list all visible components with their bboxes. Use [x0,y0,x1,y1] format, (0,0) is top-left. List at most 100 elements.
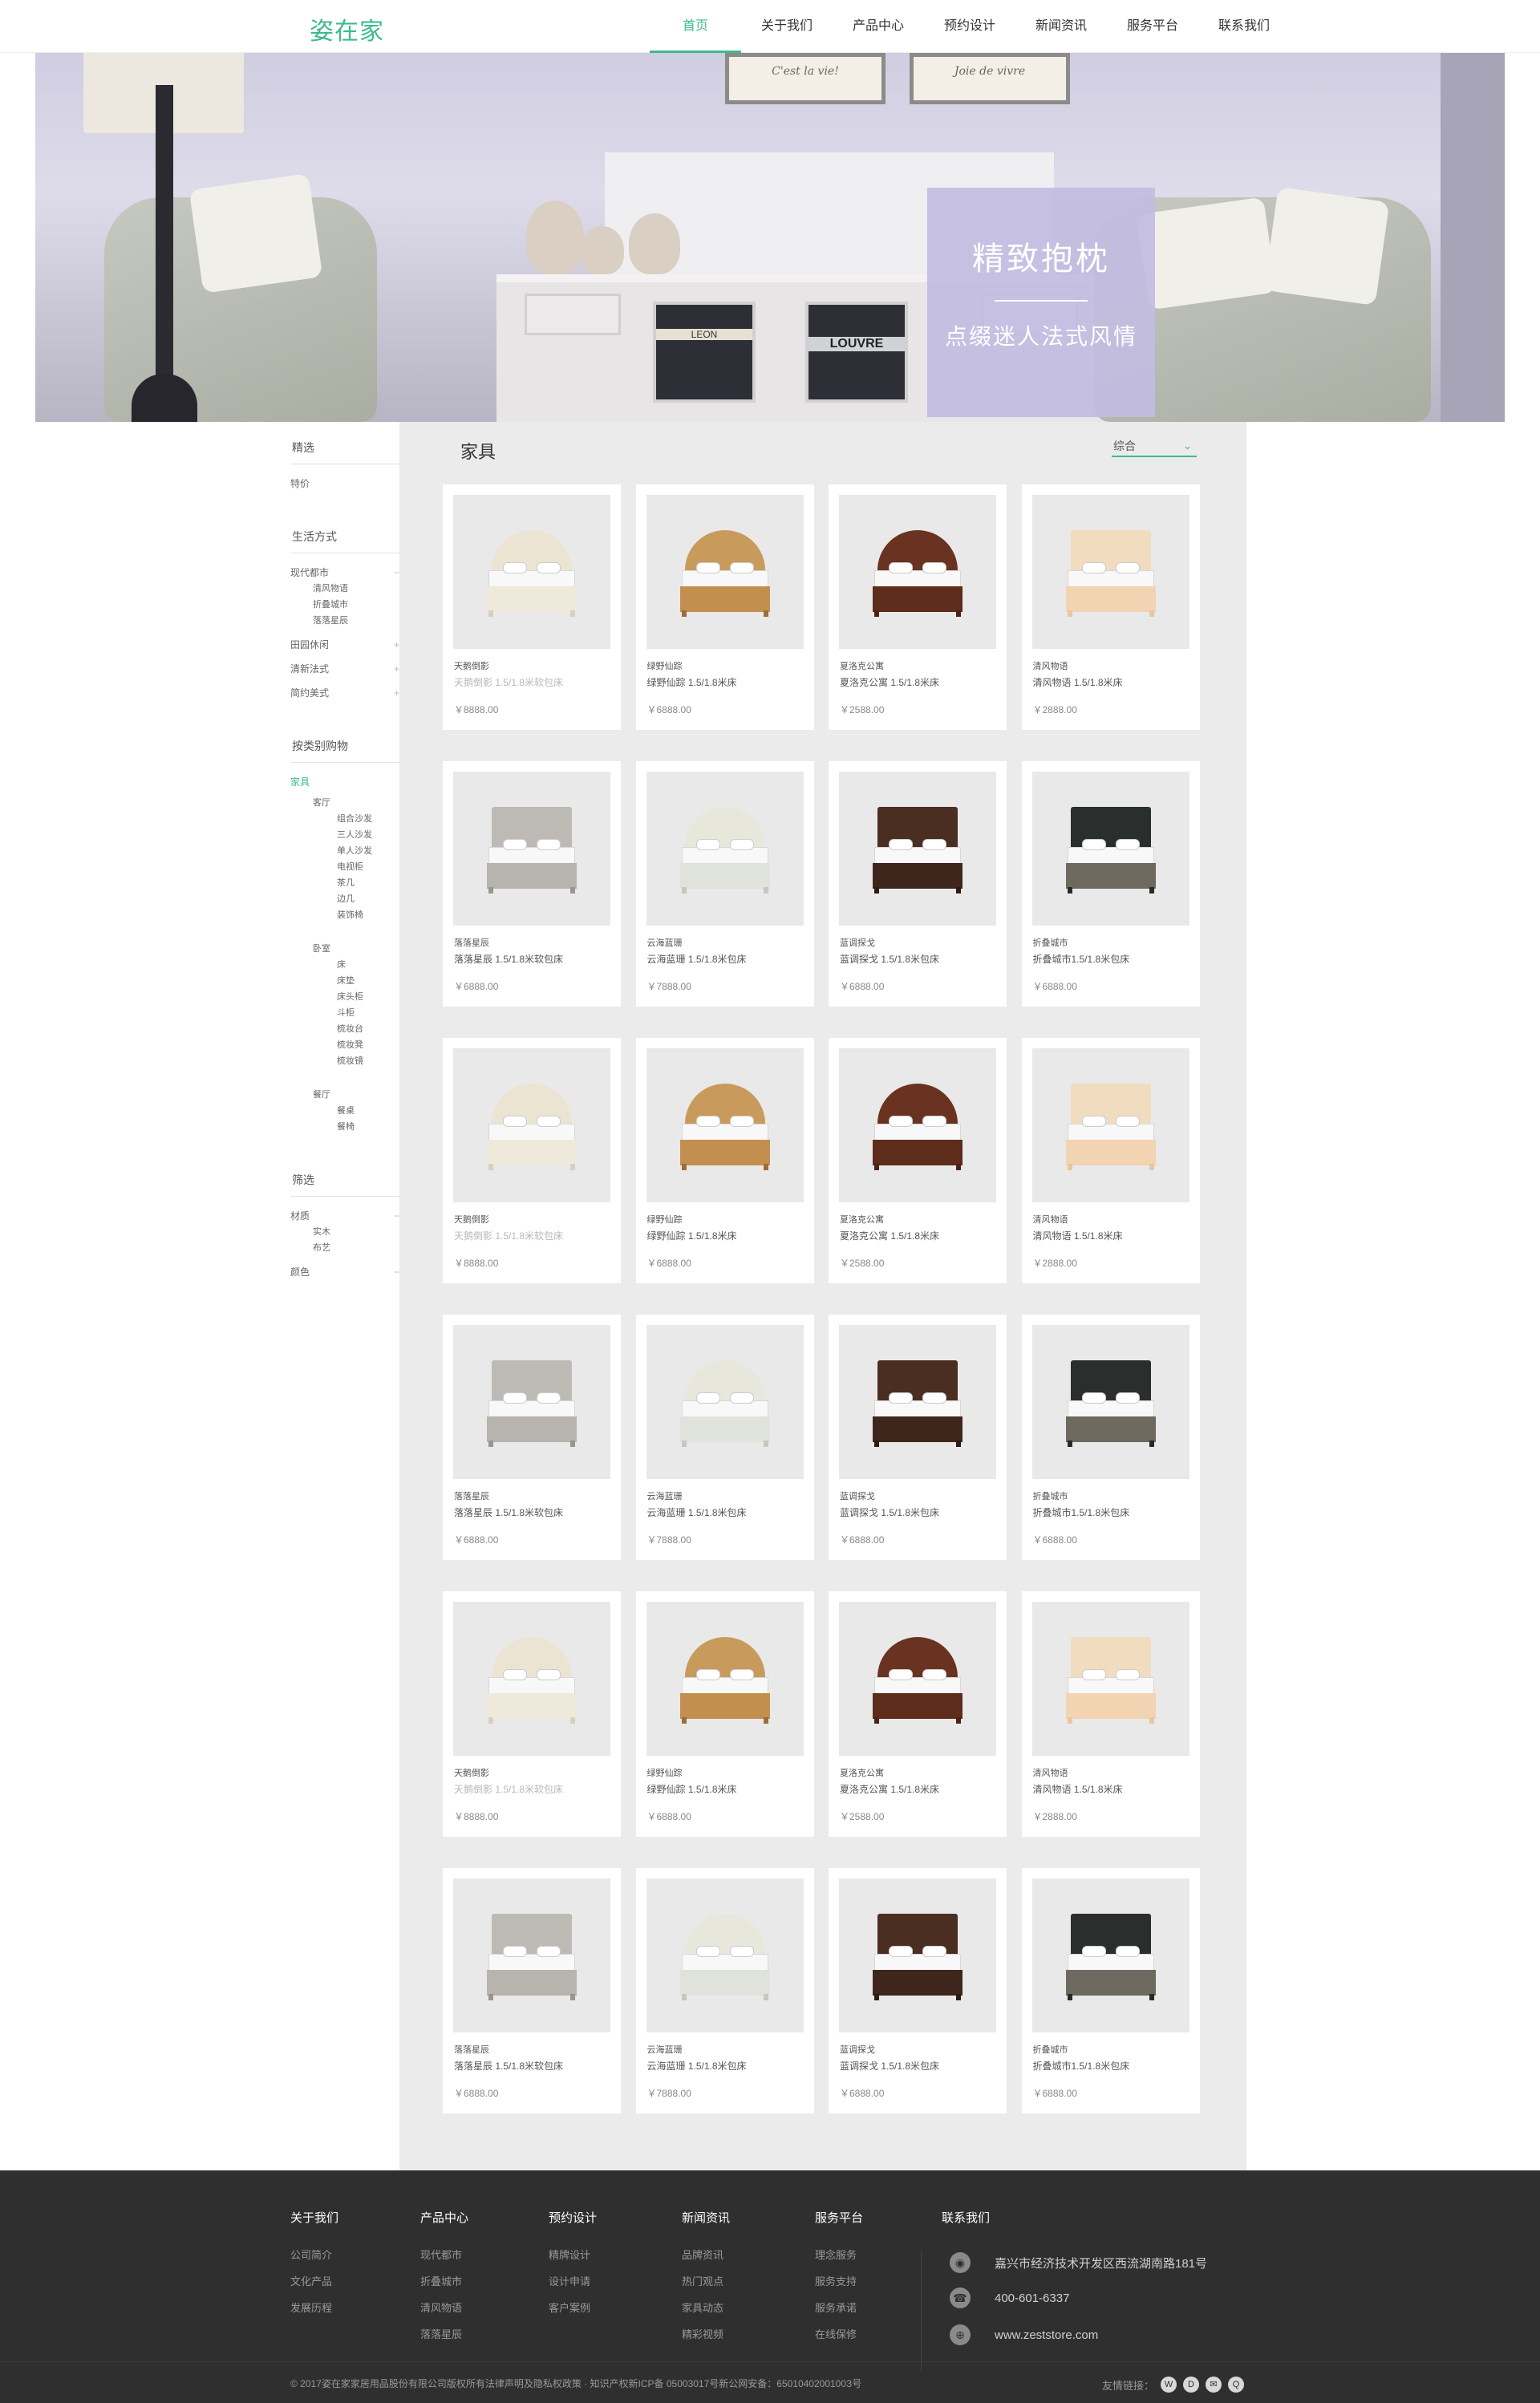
product-image[interactable] [646,772,804,926]
expand-icon[interactable]: + [394,685,399,701]
product-name[interactable]: 落落星辰 1.5/1.8米软包床 [454,1505,614,1519]
product-card[interactable]: 天鹅倒影 天鹅倒影 1.5/1.8米软包床 ￥8888.00 [443,1591,621,1837]
nav-item[interactable]: 首页 [650,0,741,53]
sidebar-item[interactable]: 特价 [290,476,399,492]
sort-select[interactable]: 综合 ⌄ [1112,438,1197,457]
product-name[interactable]: 蓝调探戈 1.5/1.8米包床 [840,2059,1000,2073]
sidebar-item[interactable]: 清风物语 [290,581,399,597]
product-name[interactable]: 云海蓝珊 1.5/1.8米包床 [647,1505,808,1519]
product-card[interactable]: 绿野仙踪 绿野仙踪 1.5/1.8米床 ￥6888.00 [635,1038,814,1283]
product-name[interactable]: 蓝调探戈 1.5/1.8米包床 [840,1505,1000,1519]
product-name[interactable]: 折叠城市1.5/1.8米包床 [1033,952,1194,966]
footer-link[interactable]: 在线保修 [815,2321,863,2348]
sidebar-item[interactable]: 布艺 [290,1240,399,1256]
sidebar-item[interactable]: 电视柜 [290,859,399,875]
product-card[interactable]: 清风物语 清风物语 1.5/1.8米床 ￥2888.00 [1021,1591,1200,1837]
product-card[interactable]: 夏洛克公寓 夏洛克公寓 1.5/1.8米床 ￥2588.00 [829,1038,1007,1283]
product-card[interactable]: 蓝调探戈 蓝调探戈 1.5/1.8米包床 ￥6888.00 [829,1868,1007,2113]
sidebar-item[interactable]: 落落星辰 [290,613,399,629]
wechat-icon[interactable]: ✉ [1206,2377,1222,2393]
weibo-icon[interactable]: W [1161,2377,1177,2393]
product-card[interactable]: 天鹅倒影 天鹅倒影 1.5/1.8米软包床 ￥8888.00 [443,1038,621,1283]
footer-link[interactable]: 理念服务 [815,2242,863,2268]
expand-icon[interactable]: + [394,661,399,677]
sidebar-item[interactable]: 田园休闲 + [290,637,399,653]
product-name[interactable]: 天鹅倒影 1.5/1.8米软包床 [454,1782,614,1796]
product-name[interactable]: 云海蓝珊 1.5/1.8米包床 [647,2059,808,2073]
product-name[interactable]: 清风物语 1.5/1.8米床 [1033,1229,1194,1242]
product-name[interactable]: 天鹅倒影 1.5/1.8米软包床 [454,1229,614,1242]
footer-link[interactable]: 公司简介 [290,2242,338,2268]
collapse-icon[interactable]: − [394,565,399,581]
product-image[interactable] [839,1878,996,2032]
sidebar-item[interactable]: 床垫 [290,973,399,989]
sidebar-item[interactable]: 组合沙发 [290,811,399,827]
sidebar-item[interactable]: 茶几 [290,875,399,891]
product-name[interactable]: 绿野仙踪 1.5/1.8米床 [647,1229,808,1242]
product-name[interactable]: 落落星辰 1.5/1.8米软包床 [454,952,614,966]
sidebar-item[interactable]: 斗柜 [290,1005,399,1021]
product-card[interactable]: 折叠城市 折叠城市1.5/1.8米包床 ￥6888.00 [1021,1315,1200,1560]
promo-box[interactable]: 精致抱枕 点缀迷人法式风情 [927,188,1155,417]
footer-link[interactable]: 清风物语 [420,2295,468,2321]
product-card[interactable]: 夏洛克公寓 夏洛克公寓 1.5/1.8米床 ￥2588.00 [829,484,1007,730]
product-name[interactable]: 落落星辰 1.5/1.8米软包床 [454,2059,614,2073]
footer-link[interactable]: 服务支持 [815,2268,863,2295]
product-image[interactable] [1031,772,1189,926]
product-image[interactable] [1031,1048,1189,1202]
contact-text[interactable]: www.zeststore.com [995,2328,1098,2342]
product-card[interactable]: 折叠城市 折叠城市1.5/1.8米包床 ￥6888.00 [1021,1868,1200,2113]
product-image[interactable] [839,1602,996,1756]
product-name[interactable]: 清风物语 1.5/1.8米床 [1033,1782,1194,1796]
product-image[interactable] [646,1878,804,2032]
product-image[interactable] [453,1602,610,1756]
sidebar-item[interactable]: 简约美式 + [290,685,399,701]
product-image[interactable] [839,495,996,649]
sidebar-item[interactable]: 三人沙发 [290,827,399,843]
product-card[interactable]: 落落星辰 落落星辰 1.5/1.8米软包床 ￥6888.00 [443,1868,621,2113]
logo[interactable]: 姿在家 [310,11,384,47]
nav-item[interactable]: 关于我们 [741,0,833,53]
product-name[interactable]: 清风物语 1.5/1.8米床 [1033,675,1194,689]
footer-link[interactable]: 折叠城市 [420,2268,468,2295]
product-name[interactable]: 夏洛克公寓 1.5/1.8米床 [840,1229,1000,1242]
sidebar-item[interactable]: 颜色 − [290,1264,399,1280]
sidebar-item[interactable]: 客厅 [290,795,399,811]
sidebar-item[interactable]: 单人沙发 [290,843,399,859]
nav-item[interactable]: 联系我们 [1198,0,1290,53]
product-name[interactable]: 夏洛克公寓 1.5/1.8米床 [840,675,1000,689]
sidebar-item[interactable]: 卧室 [290,941,399,957]
product-card[interactable]: 蓝调探戈 蓝调探戈 1.5/1.8米包床 ￥6888.00 [829,761,1007,1007]
footer-link[interactable]: 热门观点 [682,2268,730,2295]
product-card[interactable]: 天鹅倒影 天鹅倒影 1.5/1.8米软包床 ￥8888.00 [443,484,621,730]
sidebar-item[interactable]: 梳妆台 [290,1021,399,1037]
product-image[interactable] [839,1325,996,1479]
product-image[interactable] [646,1602,804,1756]
sidebar-item[interactable]: 餐椅 [290,1119,399,1135]
product-image[interactable] [646,495,804,649]
product-image[interactable] [453,495,610,649]
footer-link[interactable]: 文化产品 [290,2268,338,2295]
sidebar-item[interactable]: 梳妆镜 [290,1053,399,1069]
product-name[interactable]: 折叠城市1.5/1.8米包床 [1033,2059,1194,2073]
product-image[interactable] [646,1048,804,1202]
sidebar-item[interactable]: 装饰椅 [290,907,399,923]
hero-banner[interactable]: C'est la vie! Joie de vivre LEON LOUVRE … [35,53,1505,422]
douban-icon[interactable]: D [1183,2377,1200,2393]
footer-link[interactable]: 服务承诺 [815,2295,863,2321]
sidebar-item[interactable]: 餐厅 [290,1087,399,1103]
product-card[interactable]: 云海蓝珊 云海蓝珊 1.5/1.8米包床 ￥7888.00 [635,1315,814,1560]
product-image[interactable] [453,1878,610,2032]
product-name[interactable]: 蓝调探戈 1.5/1.8米包床 [840,952,1000,966]
product-card[interactable]: 清风物语 清风物语 1.5/1.8米床 ￥2888.00 [1021,1038,1200,1283]
footer-link[interactable]: 发展历程 [290,2295,338,2321]
product-name[interactable]: 折叠城市1.5/1.8米包床 [1033,1505,1194,1519]
product-name[interactable]: 绿野仙踪 1.5/1.8米床 [647,1782,808,1796]
nav-item[interactable]: 预约设计 [924,0,1015,53]
sidebar-item[interactable]: 边几 [290,891,399,907]
product-card[interactable]: 云海蓝珊 云海蓝珊 1.5/1.8米包床 ￥7888.00 [635,761,814,1007]
sidebar-item[interactable]: 梳妆凳 [290,1037,399,1053]
footer-link[interactable]: 家具动态 [682,2295,730,2321]
sidebar-item[interactable]: 现代都市 − [290,565,399,581]
product-image[interactable] [453,1325,610,1479]
